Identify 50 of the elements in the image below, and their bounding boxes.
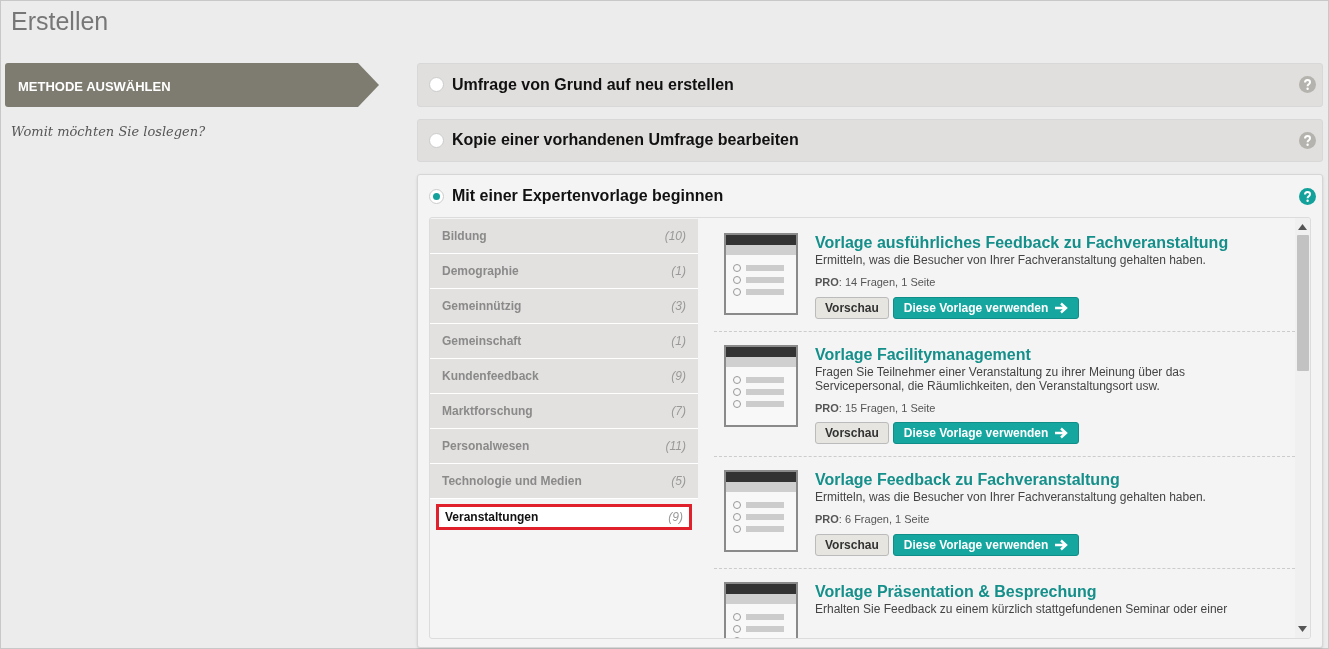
preview-button[interactable]: Vorschau <box>815 296 889 319</box>
arrow-right-icon <box>1055 538 1069 551</box>
help-icon[interactable] <box>1299 131 1316 149</box>
scrollbar-thumb[interactable] <box>1296 235 1309 371</box>
template-title[interactable]: Vorlage Präsentation & Besprechung <box>815 581 1097 602</box>
radio-button[interactable] <box>429 77 444 93</box>
template-title[interactable]: Vorlage Feedback zu Fachveranstaltung <box>815 470 1120 490</box>
option-label: Mit einer Expertenvorlage beginnen <box>452 186 725 206</box>
preview-button[interactable]: Vorschau <box>815 422 889 444</box>
scroll-up-icon[interactable] <box>1298 224 1307 230</box>
help-icon[interactable] <box>1299 187 1316 205</box>
option-row[interactable]: Kopie einer vorhandenen Umfrage bearbeiten <box>417 118 1323 162</box>
scroll-down-icon[interactable] <box>1298 626 1307 632</box>
template-description: Erhalten Sie Feedback zu einem kürzlich stattgefundenen Seminar oder einer <box>815 601 1228 616</box>
category-item[interactable]: Gemeinnützig (3) <box>430 289 698 324</box>
template-title[interactable]: Vorlage Facilitymanagement <box>815 344 1031 365</box>
template-meta: PRO: 6 Fragen, 1 Seite <box>815 512 930 527</box>
radio-button[interactable] <box>429 132 444 148</box>
template-description: Fragen Sie Teilnehmer einer Veranstaltung zu ihrer Meinung über das Servicepersonal, die Räumlichkeiten, den Veranstaltungsort usw. <box>815 364 1186 393</box>
step-banner: METHODE AUSWÄHLEN <box>5 63 379 107</box>
category-item[interactable]: Marktforschung (7) <box>430 394 698 429</box>
step-prompt: Womit möchten Sie loslegen? <box>11 123 206 141</box>
help-icon[interactable] <box>1299 76 1316 94</box>
template-description: Ermitteln, was die Besucher von Ihrer Fachveranstaltung gehalten haben. <box>815 253 1206 267</box>
use-template-button[interactable]: Diese Vorlage verwenden <box>892 533 1080 556</box>
category-item[interactable]: Technologie und Medien (5) <box>430 464 698 499</box>
category-item[interactable]: Gemeinschaft (1) <box>430 324 698 359</box>
use-template-button[interactable]: Diese Vorlage verwenden <box>892 422 1080 444</box>
template-title[interactable]: Vorlage ausführliches Feedback zu Fachveranstaltung <box>815 233 1229 253</box>
survey-form-icon <box>724 233 798 315</box>
arrow-right-icon <box>1055 301 1069 314</box>
category-item[interactable]: Bildung (10) <box>430 219 698 254</box>
template-meta: PRO: 14 Fragen, 1 Seite <box>815 275 936 290</box>
option-label: Umfrage von Grund auf neu erstellen <box>452 74 735 95</box>
radio-button[interactable] <box>429 188 444 204</box>
category-item[interactable]: Veranstaltungen (9) <box>436 504 692 530</box>
scrollbar[interactable] <box>1295 218 1310 638</box>
template-meta: PRO: 15 Fragen, 1 Seite <box>815 400 936 416</box>
survey-form-icon <box>724 344 798 427</box>
category-item[interactable]: Kundenfeedback (9) <box>430 359 698 394</box>
preview-button[interactable]: Vorschau <box>815 533 889 556</box>
survey-form-icon <box>724 470 798 552</box>
arrow-right-icon <box>1055 427 1069 439</box>
option-label: Kopie einer vorhandenen Umfrage bearbeiten <box>452 130 800 151</box>
template-description: Ermitteln, was die Besucher von Ihrer Fachveranstaltung gehalten haben. <box>815 490 1206 504</box>
option-row[interactable]: Umfrage von Grund auf neu erstellen <box>417 63 1323 107</box>
page-title: Erstellen <box>11 7 109 35</box>
use-template-button[interactable]: Diese Vorlage verwenden <box>892 296 1080 319</box>
category-item[interactable]: Demographie (1) <box>430 254 698 289</box>
category-item[interactable]: Personalwesen (11) <box>430 429 698 464</box>
